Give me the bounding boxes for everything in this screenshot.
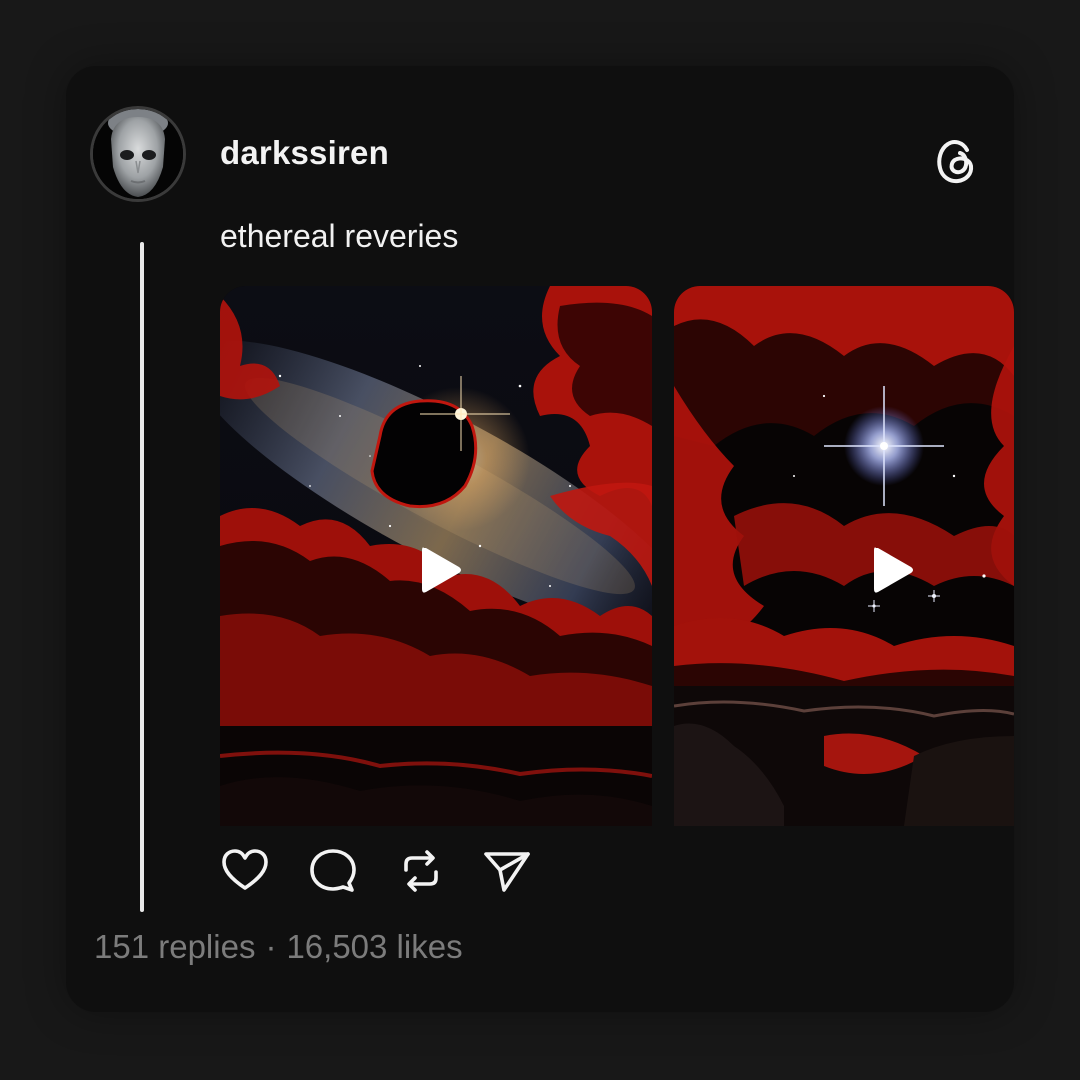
video-thumbnail-2[interactable]	[674, 286, 1014, 826]
heart-icon[interactable]	[220, 846, 270, 896]
replies-count[interactable]: 151 replies	[94, 928, 255, 965]
post-caption: ethereal reveries	[220, 218, 459, 254]
avatar-image	[93, 109, 183, 199]
likes-count[interactable]: 16,503 likes	[286, 928, 462, 965]
video-thumbnail-1[interactable]	[220, 286, 652, 826]
red-cloud-artwork	[674, 286, 1014, 826]
post-card: darkssiren ethereal reveries 151 replies…	[66, 66, 1014, 1012]
post-stats: 151 replies · 16,503 likes	[94, 928, 463, 966]
avatar[interactable]	[90, 106, 186, 202]
stats-separator: ·	[265, 928, 277, 965]
threads-logo-icon[interactable]	[930, 134, 982, 186]
play-icon[interactable]	[864, 542, 920, 598]
repost-icon[interactable]	[396, 846, 446, 896]
username[interactable]: darkssiren	[220, 134, 389, 172]
media-carousel[interactable]	[220, 286, 1014, 826]
comment-icon[interactable]	[308, 846, 358, 896]
play-icon[interactable]	[412, 542, 468, 598]
send-icon[interactable]	[482, 846, 532, 896]
thread-line	[140, 242, 144, 912]
